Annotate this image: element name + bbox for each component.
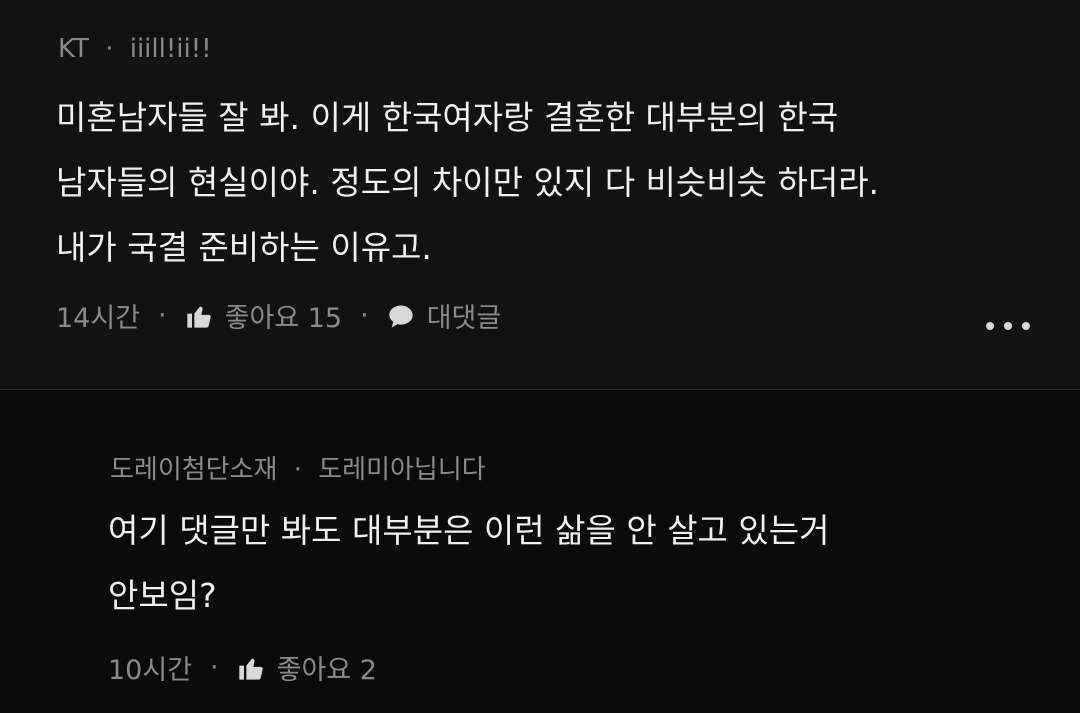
meta-separator: ·: [293, 455, 302, 485]
reply-label: 대댓글: [426, 303, 502, 334]
comment-line: 남자들의 현실이야. 정도의 차이만 있지 다 비슷비슷 하더라.: [56, 163, 880, 202]
comment-actions: 10시간 · 좋아요 2: [108, 648, 377, 687]
comment-time: 14시간: [56, 303, 141, 334]
meta-separator: ·: [105, 34, 114, 64]
comment-author-line: KT · iiill!ii!!: [58, 34, 212, 64]
author-subtitle: iiill!ii!!: [129, 34, 212, 64]
like-count-label: 좋아요 15: [224, 303, 343, 334]
comment-line: 여기 댓글만 봐도 대부분은 이런 삶을 안 살고 있는거: [108, 511, 830, 550]
comment-line: 안보임?: [108, 576, 217, 615]
comment-actions: 14시간 · 좋아요 15 · 대댓글: [56, 296, 501, 335]
thumbs-up-icon: [186, 306, 211, 328]
like-button[interactable]: 좋아요 2: [237, 648, 377, 687]
speech-bubble-icon: [389, 305, 413, 328]
reply-card: 도레이첨단소재 · 도레미아닙니다 여기 댓글만 봐도 대부분은 이런 삶을 안…: [0, 390, 1080, 713]
reply-button[interactable]: 대댓글: [387, 296, 502, 335]
comment-body: 미혼남자들 잘 봐. 이게 한국여자랑 결혼한 대부분의 한국 남자들의 현실이…: [56, 85, 879, 280]
action-separator: ·: [158, 300, 167, 331]
comment-line: 미혼남자들 잘 봐. 이게 한국여자랑 결혼한 대부분의 한국: [56, 98, 839, 137]
comment-time: 10시간: [108, 655, 193, 686]
comment-line: 내가 국결 준비하는 이유고.: [56, 228, 432, 267]
author-name[interactable]: KT: [58, 34, 89, 64]
comment-author-line: 도레이첨단소재 · 도레미아닙니다: [110, 449, 486, 486]
action-separator: ·: [210, 652, 219, 683]
thumbs-up-icon: [238, 658, 263, 680]
more-dots-icon[interactable]: [986, 316, 1030, 336]
action-separator: ·: [360, 300, 369, 331]
comment-body: 여기 댓글만 봐도 대부분은 이런 삶을 안 살고 있는거 안보임?: [108, 498, 829, 628]
comment-card: KT · iiill!ii!! 미혼남자들 잘 봐. 이게 한국여자랑 결혼한 …: [0, 0, 1080, 389]
like-button[interactable]: 좋아요 15: [185, 296, 342, 335]
author-name[interactable]: 도레이첨단소재: [110, 455, 277, 485]
author-subtitle: 도레미아닙니다: [318, 455, 486, 485]
like-count-label: 좋아요 2: [276, 655, 377, 686]
